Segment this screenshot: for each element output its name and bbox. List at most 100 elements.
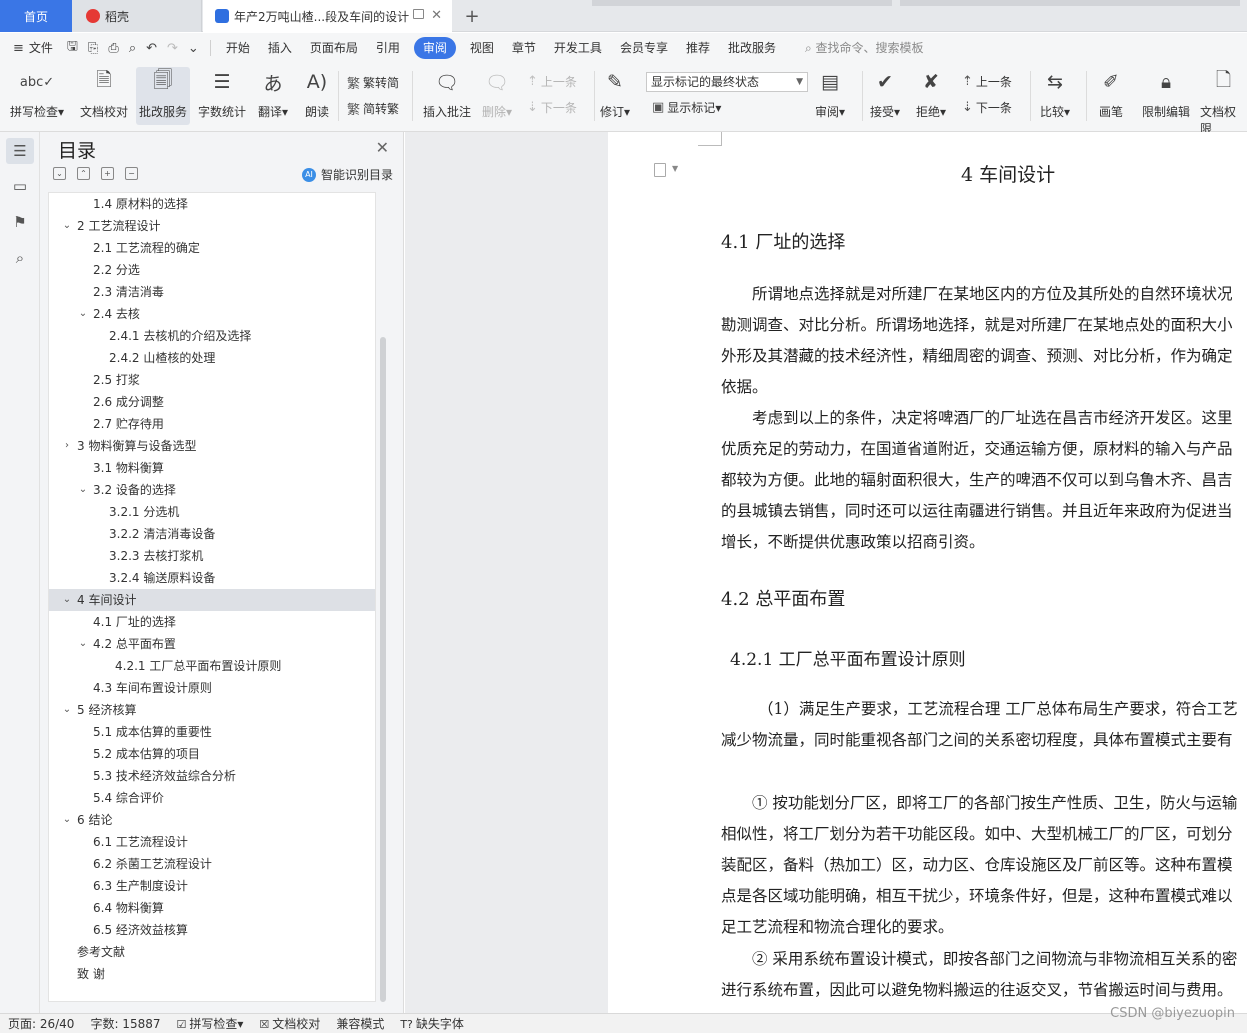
word-counter[interactable]: 字数: 15887: [82, 1015, 168, 1032]
close-tab-icon[interactable]: ✕: [431, 8, 442, 23]
add-heading-icon[interactable]: +: [101, 167, 114, 180]
chapter-nav-icon[interactable]: ▭: [6, 173, 34, 199]
toc-item[interactable]: 3.1 物料衡算: [49, 457, 375, 479]
toc-item[interactable]: 3.2.1 分选机: [49, 501, 375, 523]
trad-to-simp-button[interactable]: 繁繁转简: [347, 73, 399, 92]
toc-item[interactable]: ⌄ 2 工艺流程设计: [49, 215, 375, 237]
toc-item[interactable]: 2.4.1 去核机的介绍及选择: [49, 325, 375, 347]
next-comment-button[interactable]: ⇣ 下一条: [527, 99, 577, 116]
prev-comment-button[interactable]: ⇡ 上一条: [527, 73, 577, 90]
menu-item[interactable]: 章节: [503, 37, 545, 59]
toc-item[interactable]: 1.4 原材料的选择: [49, 193, 375, 215]
menu-item[interactable]: 视图: [461, 37, 503, 59]
spell-check-button[interactable]: abc✓ 拼写检查▾: [10, 67, 64, 120]
toc-item[interactable]: 3.2.3 去核打浆机: [49, 545, 375, 567]
menu-item[interactable]: 批改服务: [719, 37, 785, 59]
doc-rights-button[interactable]: 🗋 文档权限: [1200, 67, 1247, 137]
bookmark-icon[interactable]: ⚑: [6, 209, 34, 235]
save-icon[interactable]: 🖫: [62, 37, 83, 59]
chevron-down-icon[interactable]: ▼: [672, 164, 678, 173]
toc-item[interactable]: ⌄ 3.2 设备的选择: [49, 479, 375, 501]
toc-item[interactable]: 2.4.2 山楂核的处理: [49, 347, 375, 369]
menu-item[interactable]: 会员专享: [611, 37, 677, 59]
menu-item[interactable]: 开始: [217, 37, 259, 59]
status-doc-proof[interactable]: ☒ 文档校对: [251, 1015, 328, 1032]
menu-item[interactable]: 引用: [367, 37, 409, 59]
toc-item[interactable]: ⌄ 4.2 总平面布置: [49, 633, 375, 655]
quick-access-dropdown-icon[interactable]: ⌄: [183, 41, 204, 56]
toc-item[interactable]: 2.6 成分调整: [49, 391, 375, 413]
command-search[interactable]: ⌕ 查找命令、搜索模板: [785, 37, 933, 59]
document-page[interactable]: ▼ 4 车间设计 4.1 厂址的选择 所谓地点选择就是对所建厂在某地区内的方位及…: [608, 132, 1247, 1013]
translate-button[interactable]: あ翻译▾: [258, 67, 288, 120]
toc-item[interactable]: 4.1 厂址的选择: [49, 611, 375, 633]
close-icon[interactable]: ✕: [376, 138, 389, 157]
show-markup-button[interactable]: ▣ 显示标记 ▾: [652, 99, 721, 116]
toc-item[interactable]: 2.3 清洁消毒: [49, 281, 375, 303]
delete-comment-button[interactable]: 🗨 删除▾: [482, 67, 512, 120]
revise-button[interactable]: ✎ 修订▾: [600, 67, 630, 120]
chevron-down-icon[interactable]: ⌄: [61, 589, 73, 611]
toc-item[interactable]: 3.2.4 输送原料设备: [49, 567, 375, 589]
toc-item[interactable]: ⌄ 6 结论: [49, 809, 375, 831]
toc-item[interactable]: 6.3 生产制度设计: [49, 875, 375, 897]
compare-button[interactable]: ⇆ 比较▾: [1040, 67, 1070, 120]
next-change-button[interactable]: ⇣ 下一条: [962, 99, 1012, 116]
toc-item[interactable]: 5.4 综合评价: [49, 787, 375, 809]
chevron-down-icon[interactable]: ⌄: [61, 809, 73, 831]
toc-item[interactable]: 6.5 经济效益核算: [49, 919, 375, 941]
toc-item[interactable]: › 3 物料衡算与设备选型: [49, 435, 375, 457]
remove-heading-icon[interactable]: −: [125, 167, 138, 180]
toc-item[interactable]: 3.2.2 清洁消毒设备: [49, 523, 375, 545]
restrict-edit-button[interactable]: 🔒︎ 限制编辑: [1142, 67, 1190, 120]
toc-item[interactable]: 6.2 杀菌工艺流程设计: [49, 853, 375, 875]
window-mode-icon[interactable]: [413, 9, 424, 19]
status-spell-check[interactable]: ☑ 拼写检查▾: [169, 1015, 252, 1032]
simp-to-trad-button[interactable]: 繁简转繁: [347, 99, 399, 118]
toc-item[interactable]: 4.2.1 工厂总平面布置设计原则: [49, 655, 375, 677]
toc-scrollbar[interactable]: [380, 337, 386, 1002]
toc-item[interactable]: 致 谢: [49, 963, 375, 985]
tab-document[interactable]: 年产2万吨山楂...段及车间的设计 ✕: [203, 0, 452, 32]
toc-item[interactable]: 2.1 工艺流程的确定: [49, 237, 375, 259]
toc-panel-icon[interactable]: ☰: [6, 138, 34, 164]
file-menu[interactable]: 文件: [29, 37, 62, 59]
toc-item[interactable]: ⌄ 4 车间设计: [49, 589, 375, 611]
collapse-all-icon[interactable]: ⌄: [53, 167, 66, 180]
chevron-down-icon[interactable]: ⌄: [77, 479, 89, 501]
print-icon[interactable]: ⎙: [103, 41, 123, 56]
chevron-down-icon[interactable]: ⌄: [77, 633, 89, 655]
toc-item[interactable]: 6.4 物料衡算: [49, 897, 375, 919]
tab-daoke[interactable]: 稻壳: [72, 0, 202, 32]
toc-item[interactable]: 6.1 工艺流程设计: [49, 831, 375, 853]
chevron-right-icon[interactable]: ›: [61, 435, 73, 457]
toc-item[interactable]: 5.1 成本估算的重要性: [49, 721, 375, 743]
reject-button[interactable]: ✘ 拒绝▾: [916, 67, 946, 120]
export-pdf-icon[interactable]: ⎘: [83, 41, 103, 56]
menu-item[interactable]: 插入: [259, 37, 301, 59]
tab-home[interactable]: 首页: [0, 0, 72, 32]
chevron-down-icon[interactable]: ⌄: [61, 699, 73, 721]
menu-item[interactable]: 推荐: [677, 37, 719, 59]
review-pane-button[interactable]: ▤ 审阅▾: [815, 67, 845, 120]
toc-item[interactable]: 5.3 技术经济效益综合分析: [49, 765, 375, 787]
menu-item[interactable]: 审阅: [413, 37, 456, 59]
toc-item[interactable]: 2.7 贮存待用: [49, 413, 375, 435]
doc-proof-button[interactable]: 🗎 文档校对: [80, 67, 128, 120]
hamburger-icon[interactable]: ≡: [8, 41, 29, 56]
pen-button[interactable]: ✐ 画笔: [1096, 67, 1126, 120]
smart-toc-button[interactable]: AI 智能识别目录: [301, 166, 393, 183]
expand-up-icon[interactable]: ⌃: [77, 167, 90, 180]
missing-font[interactable]: T? 缺失字体: [392, 1015, 472, 1032]
chevron-down-icon[interactable]: ⌄: [77, 303, 89, 325]
toc-item[interactable]: 2.5 打浆: [49, 369, 375, 391]
print-preview-icon[interactable]: ⌕: [124, 41, 141, 56]
undo-icon[interactable]: ↶: [141, 41, 162, 56]
insert-comment-button[interactable]: 🗨 插入批注: [423, 67, 471, 120]
accept-button[interactable]: ✔ 接受▾: [870, 67, 900, 120]
menu-item[interactable]: 开发工具: [545, 37, 611, 59]
redo-icon[interactable]: ↷: [162, 41, 183, 56]
search-icon[interactable]: ⌕: [6, 245, 34, 271]
page-counter[interactable]: 页面: 26/40: [0, 1015, 82, 1032]
prev-change-button[interactable]: ⇡ 上一条: [962, 73, 1012, 90]
